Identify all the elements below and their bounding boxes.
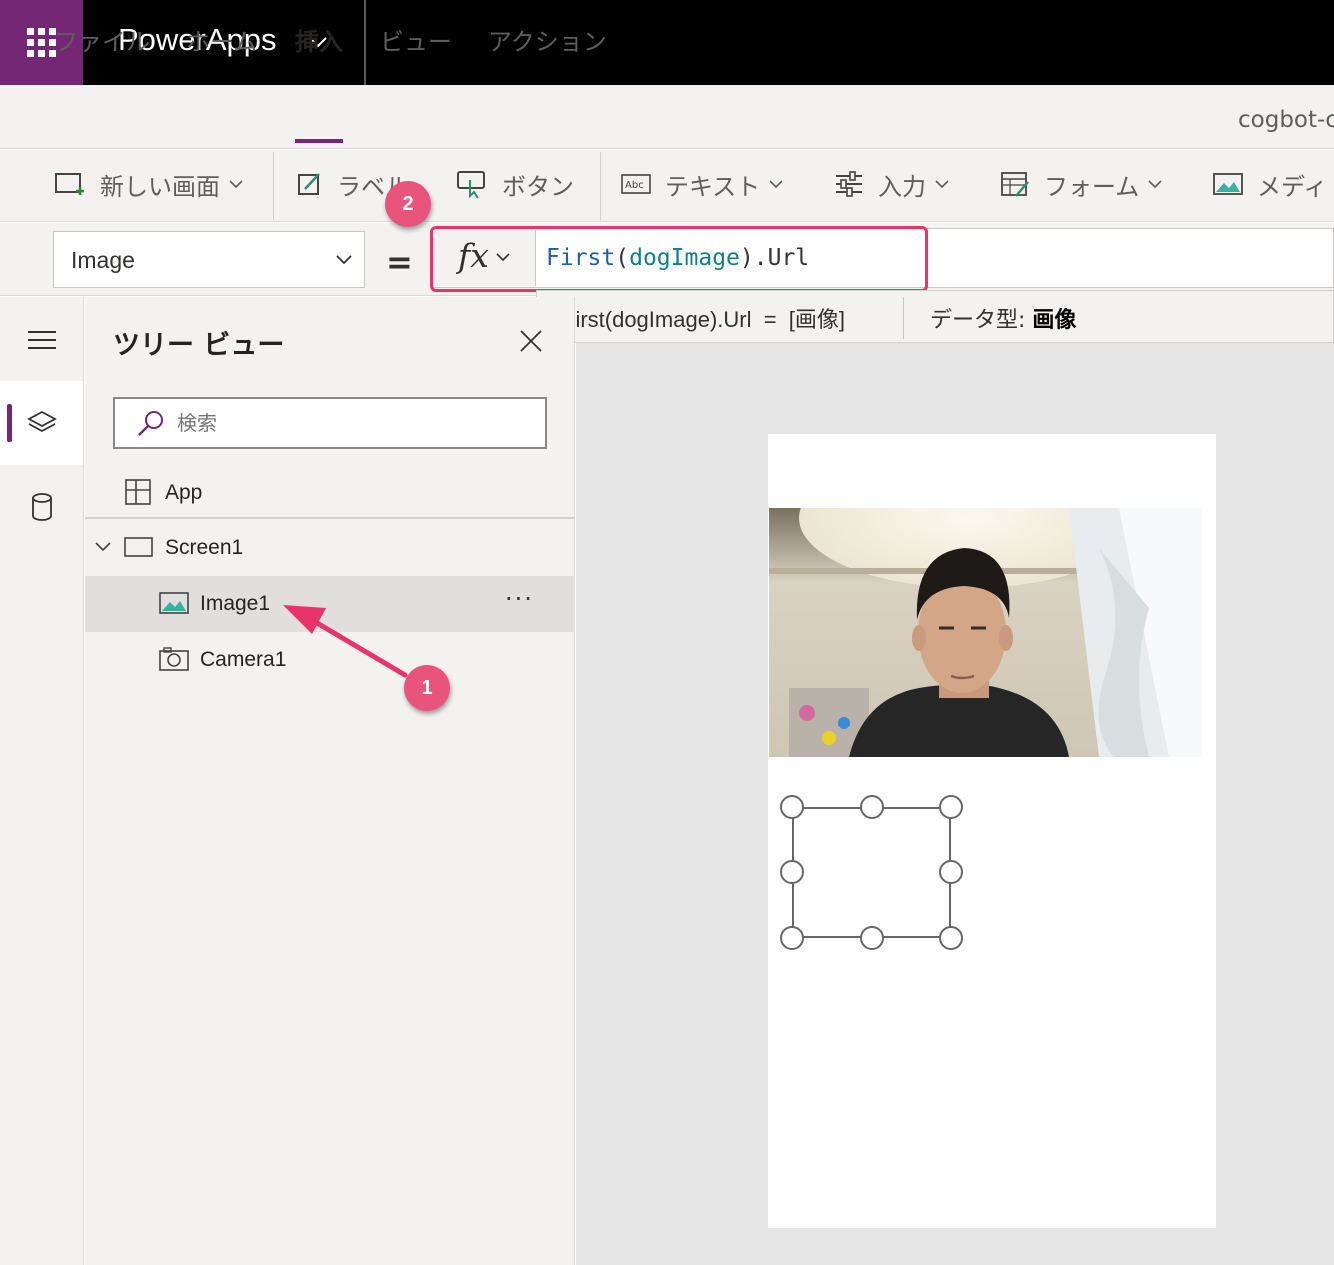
resize-handle-top-left[interactable] xyxy=(780,795,804,819)
formula-result-expression: First(dogImage).Url = [画像] xyxy=(562,307,846,332)
tab-action[interactable]: アクション xyxy=(488,22,607,57)
new-screen-label: 新しい画面 xyxy=(100,172,220,201)
label-icon xyxy=(298,173,320,195)
datatype-label: データ型: xyxy=(930,308,1033,333)
form-label: フォーム xyxy=(1044,172,1140,201)
image-control[interactable] xyxy=(769,508,1202,757)
input-button[interactable]: 入力 xyxy=(834,166,950,202)
tree-item-camera1[interactable]: Camera1 xyxy=(85,632,575,688)
search-input[interactable] xyxy=(177,407,527,439)
svg-text:Abc: Abc xyxy=(625,180,644,191)
property-value: Image xyxy=(71,247,135,273)
media-label: メディ xyxy=(1257,172,1328,201)
formula-result-datatype: データ型: 画像 xyxy=(930,302,1076,334)
media-image-icon xyxy=(1213,173,1243,195)
tree-search-box[interactable] xyxy=(113,397,547,449)
tree-divider xyxy=(85,517,575,519)
chevron-down-icon xyxy=(1148,180,1162,189)
new-screen-icon xyxy=(55,173,84,195)
ribbon-divider xyxy=(600,152,601,220)
hamburger-menu-button[interactable] xyxy=(0,298,83,382)
button-icon xyxy=(457,171,485,199)
tree-item-label: Camera1 xyxy=(200,648,287,671)
tab-home[interactable]: ホーム xyxy=(186,22,257,57)
resize-handle-bottom[interactable] xyxy=(860,926,884,950)
resize-handle-top-right[interactable] xyxy=(939,795,963,819)
resize-handle-bottom-left[interactable] xyxy=(780,926,804,950)
tree-view-rail-button[interactable] xyxy=(0,381,83,465)
header-divider xyxy=(364,0,366,85)
data-sources-rail-button[interactable] xyxy=(0,465,83,549)
resize-handle-bottom-right[interactable] xyxy=(939,926,963,950)
tab-file[interactable]: ファイル xyxy=(54,22,150,57)
tree-item-image1[interactable]: Image1 xyxy=(85,576,575,632)
media-button[interactable]: メディ xyxy=(1213,166,1327,202)
more-options-icon[interactable]: ··· xyxy=(505,585,534,613)
chevron-down-icon xyxy=(935,180,949,189)
callout-badge-1: 1 xyxy=(404,665,450,711)
hamburger-icon xyxy=(27,331,56,349)
tree-item-app[interactable]: App xyxy=(85,465,575,521)
camera-icon xyxy=(159,647,189,671)
chevron-down-icon xyxy=(769,180,783,189)
new-screen-button[interactable]: 新しい画面 xyxy=(54,166,244,202)
app-file-name: cogbot-c xyxy=(1238,107,1334,133)
tree-item-label: Image1 xyxy=(200,592,271,615)
rail-active-indicator xyxy=(7,404,12,442)
property-dropdown[interactable]: Image xyxy=(53,231,365,288)
resize-handle-left[interactable] xyxy=(780,860,804,884)
resize-handle-right[interactable] xyxy=(939,860,963,884)
equals-sign: = xyxy=(386,243,413,281)
form-button[interactable]: フォーム xyxy=(1000,166,1163,202)
active-tab-indicator xyxy=(295,139,343,143)
chevron-down-icon[interactable] xyxy=(93,540,113,554)
app-icon xyxy=(125,479,151,505)
database-icon xyxy=(31,493,52,521)
tree-item-label: App xyxy=(165,481,203,504)
button-label: ボタン xyxy=(502,172,574,201)
text-input-icon: Abc xyxy=(621,174,651,194)
tree-item-label: Screen1 xyxy=(165,536,244,559)
search-icon xyxy=(138,411,163,436)
layers-icon xyxy=(26,410,57,433)
text-button[interactable]: Abc テキスト xyxy=(621,166,784,202)
tree-view-title: ツリー ビュー xyxy=(113,330,285,361)
form-icon xyxy=(1001,172,1029,197)
resize-handle-top[interactable] xyxy=(860,795,884,819)
camera-control-selected[interactable] xyxy=(792,807,951,938)
tab-view[interactable]: ビュー xyxy=(380,22,452,57)
callout-badge-2: 2 xyxy=(385,181,431,227)
button-button[interactable]: ボタン xyxy=(456,166,574,202)
screen-icon xyxy=(124,537,153,557)
image-icon xyxy=(159,592,189,614)
menu-bar xyxy=(0,85,1334,149)
ribbon-divider xyxy=(273,152,274,220)
input-sliders-icon xyxy=(836,171,862,197)
result-divider xyxy=(903,297,904,339)
close-icon[interactable] xyxy=(518,328,544,354)
tab-insert[interactable]: 挿入 xyxy=(295,22,343,57)
chevron-down-icon xyxy=(229,180,243,189)
photo-person xyxy=(769,508,1202,757)
formula-highlight-box xyxy=(430,226,928,292)
input-label: 入力 xyxy=(878,172,926,201)
datatype-value: 画像 xyxy=(1032,308,1077,333)
text-label: テキスト xyxy=(665,172,761,201)
chevron-down-icon xyxy=(336,255,352,265)
tree-item-screen1[interactable]: Screen1 xyxy=(85,520,575,576)
